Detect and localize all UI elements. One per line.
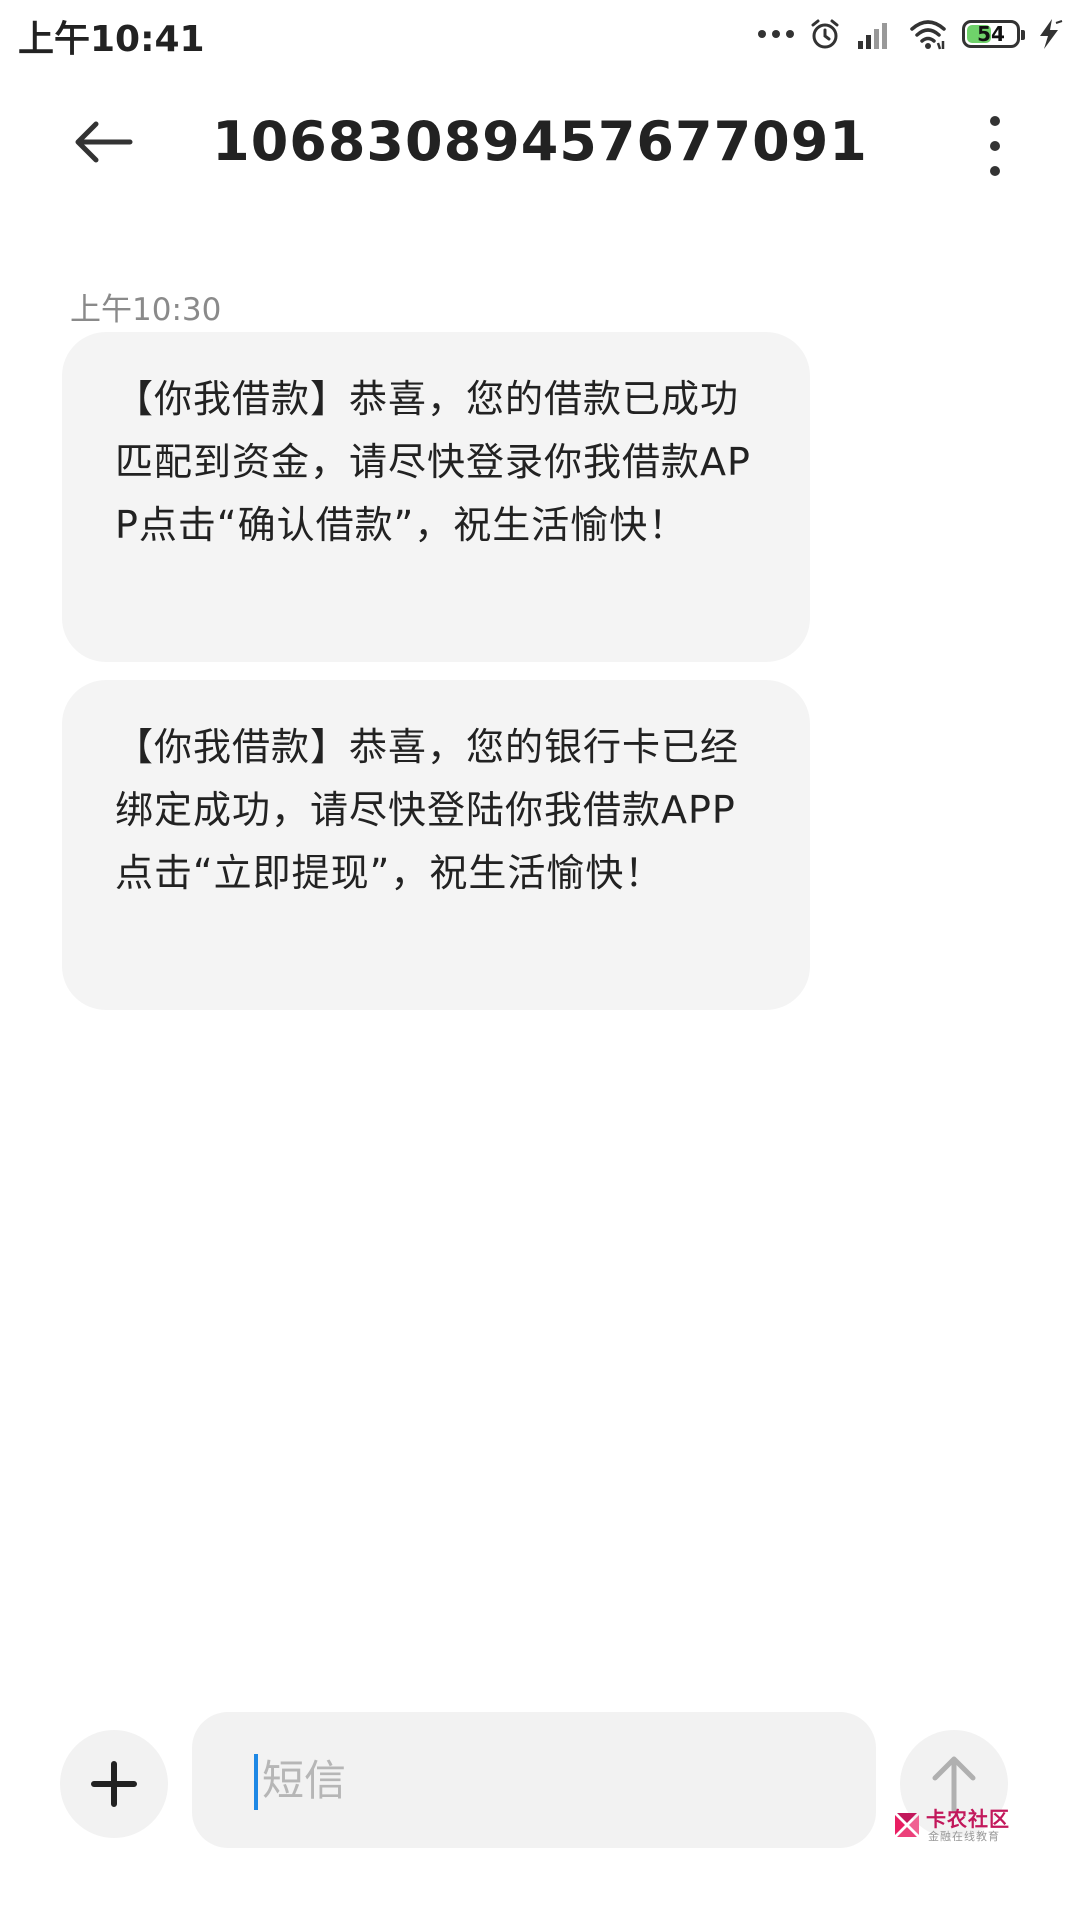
conversation-header: 10683089457677091 xyxy=(0,80,1080,210)
charging-bolt-icon xyxy=(1040,19,1063,49)
contact-number-title: 10683089457677091 xyxy=(212,110,868,173)
message-input[interactable] xyxy=(258,1748,842,1812)
battery-level: 54 xyxy=(977,22,1005,46)
message-timestamp: 上午10:30 xyxy=(70,292,222,328)
add-attachment-button[interactable] xyxy=(60,1730,168,1838)
wifi-icon xyxy=(910,20,946,50)
status-bar: 上午10:41 54 xyxy=(0,0,1080,66)
status-time: 上午10:41 xyxy=(18,19,205,60)
battery-icon: 54 xyxy=(962,20,1025,48)
message-input-box[interactable] xyxy=(192,1712,876,1848)
arrow-left-icon xyxy=(75,121,133,163)
plus-icon xyxy=(91,1761,137,1807)
arrow-up-icon xyxy=(932,1756,976,1813)
alarm-icon xyxy=(811,19,839,49)
watermark: 卡农社区 金融在线教育 xyxy=(892,1808,1022,1848)
more-dots-icon xyxy=(758,30,794,38)
more-vertical-icon xyxy=(990,116,1000,126)
sms-conversation-screen: 上午10:41 54 10683089457677091 上午10:30 【你我… xyxy=(0,0,1080,1920)
watermark-title: 卡农社区 xyxy=(926,1807,1010,1831)
watermark-subtitle: 金融在线教育 xyxy=(928,1830,1000,1843)
message-bubble[interactable]: 【你我借款】恭喜，您的借款已成功匹配到资金，请尽快登录你我借款APP点击“确认借… xyxy=(62,332,810,662)
back-button[interactable] xyxy=(68,112,138,172)
more-options-button[interactable] xyxy=(970,116,1020,176)
signal-icon xyxy=(858,23,887,49)
watermark-logo-icon xyxy=(895,1813,919,1837)
message-bubble[interactable]: 【你我借款】恭喜，您的银行卡已经绑定成功，请尽快登陆你我借款APP点击“立即提现… xyxy=(62,680,810,1010)
status-icons: 54 xyxy=(758,12,1064,56)
